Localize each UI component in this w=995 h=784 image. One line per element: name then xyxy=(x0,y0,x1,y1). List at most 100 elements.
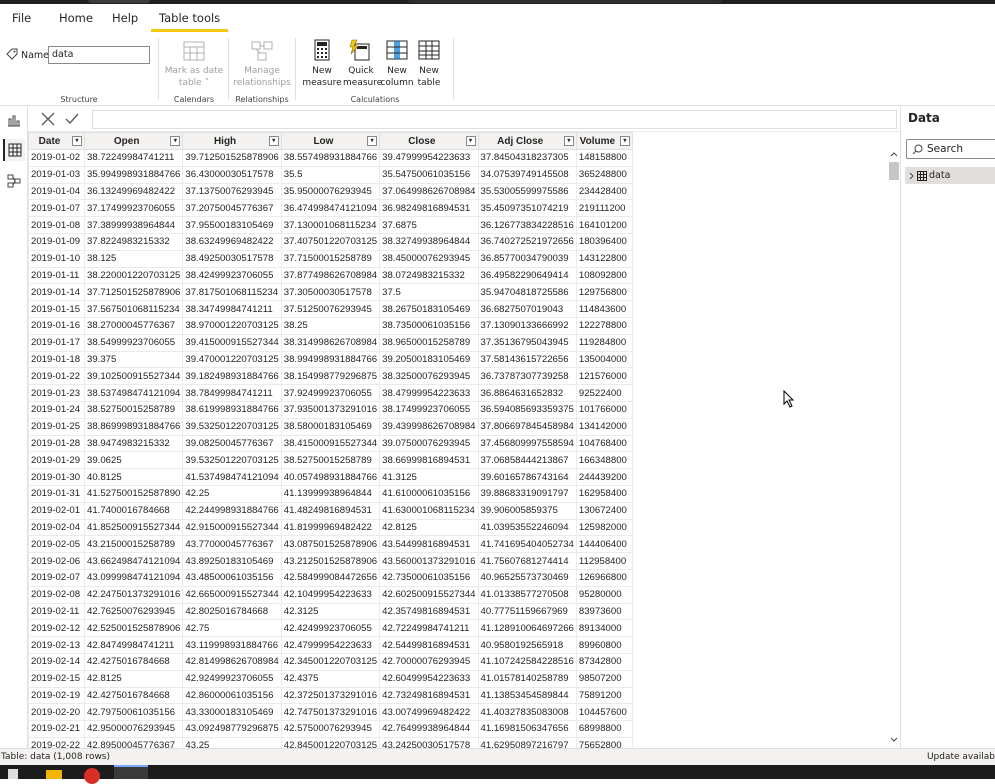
column-filter-dropdown-icon[interactable]: ▾ xyxy=(367,136,378,146)
table-cell[interactable]: 37.17499923706055 xyxy=(83,199,184,218)
model-view-button[interactable] xyxy=(3,170,25,192)
table-cell[interactable]: 42.4375 xyxy=(280,669,381,688)
table-cell[interactable]: 2019-01-22 xyxy=(28,367,85,386)
table-cell[interactable]: 42.814998626708984 xyxy=(182,652,282,671)
table-cell[interactable]: 42.54499816894531 xyxy=(379,636,479,654)
table-cell[interactable]: 35.94704818725586 xyxy=(477,283,577,302)
table-cell[interactable]: 38.96500015258789 xyxy=(379,333,479,352)
table-cell[interactable]: 43.33000183105469 xyxy=(182,703,282,722)
table-cell[interactable]: 39.470001220703125 xyxy=(182,350,282,369)
table-cell[interactable]: 108092800 xyxy=(575,266,633,285)
table-cell[interactable]: 2019-01-14 xyxy=(28,283,85,302)
browser-icon[interactable] xyxy=(84,768,100,784)
table-cell[interactable]: 43.21500015258789 xyxy=(83,535,184,554)
data-search-input[interactable]: Search xyxy=(906,139,995,159)
table-cell[interactable]: 148158800 xyxy=(575,149,633,167)
table-cell[interactable]: 2019-01-31 xyxy=(28,484,85,503)
table-cell[interactable]: 36.126773834228516 xyxy=(477,216,577,234)
column-header[interactable]: Close ▾ xyxy=(379,132,479,150)
table-cell[interactable]: 2019-01-23 xyxy=(28,384,85,402)
table-cell[interactable]: 2019-02-19 xyxy=(28,686,85,705)
table-cell[interactable]: 42.10499954223633 xyxy=(280,585,381,604)
table-cell[interactable]: 36.594085693359375 xyxy=(477,400,577,419)
table-cell[interactable]: 39.07500076293945 xyxy=(379,434,479,453)
table-cell[interactable]: 43.89250183105469 xyxy=(182,552,282,570)
table-cell[interactable]: 42.25 xyxy=(182,484,282,503)
table-cell[interactable]: 125982000 xyxy=(575,518,633,537)
table-row[interactable]: 2019-01-03 35.994998931884766 36.430000305… xyxy=(28,165,633,184)
table-cell[interactable]: 37.935001373291016 xyxy=(280,400,381,419)
table-cell[interactable]: 42.76499938964844 xyxy=(379,720,479,738)
table-cell[interactable]: 2019-01-30 xyxy=(28,468,85,486)
formula-input[interactable] xyxy=(92,110,897,129)
title-search-box[interactable] xyxy=(408,0,722,3)
table-cell[interactable]: 39.439998626708984 xyxy=(379,417,479,436)
table-cell[interactable]: 35.54750061035156 xyxy=(379,165,479,184)
table-cell[interactable]: 38.78499984741211 xyxy=(182,384,282,402)
table-cell[interactable]: 129756800 xyxy=(575,283,633,302)
table-cell[interactable]: 37.20750045776367 xyxy=(182,199,282,218)
table-cell[interactable]: 36.43000030517578 xyxy=(182,165,282,184)
table-row[interactable]: 2019-02-19 42.4275016784668 42.86000061035… xyxy=(28,686,633,705)
table-cell[interactable]: 37.6875 xyxy=(379,216,479,234)
table-cell[interactable]: 143122800 xyxy=(575,249,633,268)
table-cell[interactable]: 104768400 xyxy=(575,434,633,453)
table-cell[interactable]: 2019-01-09 xyxy=(28,232,85,251)
table-cell[interactable]: 39.47999954223633 xyxy=(379,149,479,167)
column-filter-dropdown-icon[interactable]: ▾ xyxy=(170,136,181,146)
table-cell[interactable]: 37.5 xyxy=(379,283,479,302)
table-cell[interactable]: 41.75607681274414 xyxy=(477,552,577,570)
table-row[interactable]: 2019-01-22 39.102500915527344 39.182498931… xyxy=(28,367,633,386)
table-cell[interactable]: 38.54999923706055 xyxy=(83,333,184,352)
table-cell[interactable]: 2019-02-12 xyxy=(28,619,85,638)
table-row[interactable]: 2019-01-25 38.869998931884766 39.532501220… xyxy=(28,417,633,436)
table-cell[interactable]: 162958400 xyxy=(575,484,633,503)
table-cell[interactable]: 42.747501373291016 xyxy=(280,703,381,722)
table-cell[interactable]: 37.567501068115234 xyxy=(83,300,184,318)
table-cell[interactable]: 37.35136795043945 xyxy=(477,333,577,352)
table-cell[interactable]: 42.915000915527344 xyxy=(182,518,282,537)
table-cell[interactable]: 37.712501525878906 xyxy=(83,283,184,302)
table-cell[interactable]: 36.73787307739258 xyxy=(477,367,577,386)
table-cell[interactable]: 42.57500076293945 xyxy=(280,720,381,738)
update-available-link[interactable]: Update availab xyxy=(927,749,995,765)
table-row[interactable]: 2019-01-30 40.8125 41.537498474121094 40.05… xyxy=(28,468,633,486)
table-cell[interactable]: 41.81999969482422 xyxy=(280,518,381,537)
new-table-button[interactable]: New table xyxy=(413,38,445,89)
table-cell[interactable]: 37.064998626708984 xyxy=(379,182,479,201)
table-cell[interactable]: 87342800 xyxy=(575,652,633,671)
table-cell[interactable]: 42.8125 xyxy=(379,518,479,537)
table-cell[interactable]: 39.415000915527344 xyxy=(182,333,282,352)
table-row[interactable]: 2019-01-11 38.220001220703125 38.424999237… xyxy=(28,266,633,285)
table-row[interactable]: 2019-01-07 37.17499923706055 37.2075004577… xyxy=(28,199,633,218)
table-cell[interactable]: 40.96525573730469 xyxy=(477,568,577,587)
table-cell[interactable]: 38.17499923706055 xyxy=(379,400,479,419)
table-cell[interactable]: 2019-01-18 xyxy=(28,350,85,369)
table-cell[interactable]: 122278800 xyxy=(575,316,633,335)
column-filter-dropdown-icon[interactable]: ▾ xyxy=(619,136,630,146)
table-cell[interactable]: 37.13750076293945 xyxy=(182,182,282,201)
table-cell[interactable]: 37.92499923706055 xyxy=(280,384,381,402)
table-cell[interactable]: 135004000 xyxy=(575,350,633,369)
table-cell[interactable]: 39.0625 xyxy=(83,451,184,470)
table-cell[interactable]: 42.4275016784668 xyxy=(83,652,184,671)
table-cell[interactable]: 38.26750183105469 xyxy=(379,300,479,318)
table-cell[interactable]: 42.60499954223633 xyxy=(379,669,479,688)
table-cell[interactable]: 42.95000076293945 xyxy=(83,720,184,738)
chevron-down-icon[interactable] xyxy=(888,734,900,746)
table-cell[interactable]: 35.95000076293945 xyxy=(280,182,381,201)
table-cell[interactable]: 39.532501220703125 xyxy=(182,451,282,470)
column-header[interactable]: Low ▾ xyxy=(280,132,381,150)
table-cell[interactable]: 42.584999084472656 xyxy=(280,568,381,587)
table-row[interactable]: 2019-02-04 41.852500915527344 42.915000915… xyxy=(28,518,633,537)
table-cell[interactable]: 37.407501220703125 xyxy=(280,232,381,251)
table-row[interactable]: 2019-01-09 37.8224983215332 38.63249969482… xyxy=(28,232,633,251)
menu-help[interactable]: Help xyxy=(104,10,146,32)
table-row[interactable]: 2019-01-23 38.537498474121094 38.784999847… xyxy=(28,384,633,402)
table-cell[interactable]: 144406400 xyxy=(575,535,633,554)
table-cell[interactable]: 39.08250045776367 xyxy=(182,434,282,453)
table-cell[interactable]: 37.877498626708984 xyxy=(280,266,381,285)
table-cell[interactable]: 41.7400016784668 xyxy=(83,501,184,520)
table-cell[interactable]: 38.314998626708984 xyxy=(280,333,381,352)
menu-home[interactable]: Home xyxy=(51,10,101,32)
